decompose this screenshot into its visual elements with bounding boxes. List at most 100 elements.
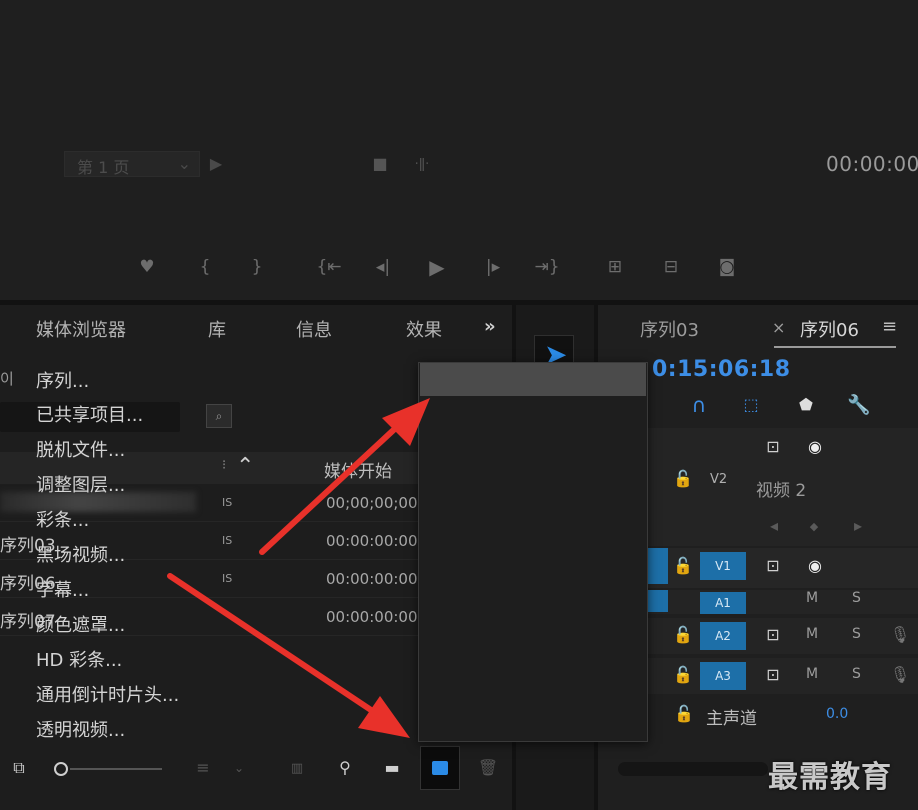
active-tab-underline <box>774 346 896 348</box>
lift-icon[interactable]: ⊞ <box>600 252 630 282</box>
item-timecode: 00:00:00:00 <box>326 608 418 626</box>
sync-lock-icon[interactable]: ⊡ <box>760 662 786 688</box>
tab-media-browser[interactable]: 媒体浏览器 <box>36 316 126 342</box>
marker-icon[interactable]: ♥ <box>132 252 162 282</box>
item-fps: IS <box>222 534 233 547</box>
item-fps: IS <box>222 496 233 509</box>
track-label-a3[interactable]: A3 <box>700 662 746 690</box>
menu-item-black-video[interactable]: 黑场视频... <box>36 541 125 567</box>
new-bin-from-search-icon[interactable]: ⌕ <box>206 404 232 428</box>
audio-waveform-icon[interactable]: ·ǁ· <box>410 154 434 174</box>
microphone-icon[interactable]: 🎙 <box>890 662 910 688</box>
page-select[interactable]: 第 1 页 ⌄ <box>64 151 200 177</box>
menu-item-caption[interactable]: 字幕... <box>36 576 89 602</box>
solo-button[interactable]: S <box>852 666 861 682</box>
extract-icon[interactable]: ⊟ <box>656 252 686 282</box>
mute-button[interactable]: M <box>806 626 818 642</box>
step-forward-icon[interactable]: |▸ <box>478 252 508 282</box>
tab-info[interactable]: 信息 <box>296 316 332 342</box>
column-media-start[interactable]: 媒体开始 <box>324 457 392 482</box>
sync-lock-icon[interactable]: ⊡ <box>760 622 786 648</box>
menu-item-shared-project[interactable]: 已共享项目... <box>36 401 143 427</box>
snap-icon[interactable]: ∩ <box>686 392 712 418</box>
menu-item-sequence[interactable]: 序列... <box>36 367 89 393</box>
freeform-view-icon[interactable]: ⧉ <box>4 754 34 782</box>
chevron-down-icon[interactable]: ⌄ <box>230 754 248 782</box>
source-patch-v1[interactable] <box>648 548 668 584</box>
menu-item-transparent-video[interactable]: 透明视频... <box>36 716 125 742</box>
wrench-icon[interactable]: 🔧 <box>846 392 872 418</box>
close-tab-icon[interactable]: × <box>772 318 785 337</box>
zoom-slider-handle[interactable] <box>54 762 68 776</box>
mute-button[interactable]: M <box>806 666 818 682</box>
monitor-timecode: 00:00:00 <box>826 152 918 176</box>
menu-item-color-matte[interactable]: 颜色遮罩... <box>36 611 125 637</box>
tab-sequence-06[interactable]: 序列06 <box>800 316 859 342</box>
panel-label: 이 <box>0 370 14 388</box>
new-item-icon <box>432 761 448 775</box>
new-bin-icon[interactable]: ▬ <box>378 754 406 782</box>
track-name-v2: 视频 2 <box>756 481 807 501</box>
menu-highlight <box>420 363 646 396</box>
microphone-icon[interactable]: 🎙 <box>890 622 910 648</box>
lock-icon[interactable]: 🔓 <box>672 622 694 648</box>
sync-lock-icon[interactable]: ⊡ <box>760 434 786 460</box>
track-label-v1[interactable]: V1 <box>700 552 746 580</box>
track-label-a2[interactable]: A2 <box>700 622 746 650</box>
lock-icon[interactable]: 🔓 <box>674 702 694 726</box>
lock-icon[interactable]: 🔓 <box>672 553 694 579</box>
sync-lock-icon[interactable]: ⊡ <box>760 553 786 579</box>
find-icon[interactable]: ⚲ <box>332 754 358 782</box>
eye-icon[interactable]: ◉ <box>802 553 828 579</box>
item-timecode: 00:00:00:00 <box>326 570 418 588</box>
stop-icon[interactable]: ■ <box>370 154 390 174</box>
next-keyframe-icon[interactable]: ▸ <box>848 516 868 536</box>
add-marker-icon[interactable]: ⬟ <box>794 392 818 418</box>
track-label-v2[interactable]: V2 <box>710 472 727 487</box>
tab-library[interactable]: 库 <box>208 316 226 342</box>
timeline-scrollbar[interactable] <box>618 762 768 776</box>
solo-button[interactable]: S <box>852 626 861 642</box>
zoom-slider-track[interactable] <box>70 768 162 770</box>
tabs-overflow-icon[interactable]: » <box>484 316 496 337</box>
go-to-in-icon[interactable]: {⇤ <box>314 252 344 282</box>
camera-icon[interactable]: ◙ <box>712 252 742 282</box>
new-item-menu <box>418 362 648 742</box>
chevron-down-icon: ⌄ <box>177 154 191 173</box>
watermark-logo: 最需教育 <box>768 760 892 795</box>
play-small-icon[interactable]: ▶ <box>206 154 226 174</box>
eye-icon[interactable]: ◉ <box>802 434 828 460</box>
tab-sequence-03[interactable]: 序列03 <box>640 316 699 342</box>
mute-button[interactable]: M <box>806 590 818 606</box>
menu-item-universal-countdown[interactable]: 通用倒计时片头... <box>36 681 179 707</box>
step-back-icon[interactable]: ◂| <box>368 252 398 282</box>
new-item-button[interactable] <box>420 746 460 790</box>
menu-item-hd-bars[interactable]: HD 彩条... <box>36 646 122 672</box>
panel-menu-icon[interactable]: ≡ <box>882 316 897 337</box>
tab-effects[interactable]: 效果 <box>406 316 442 342</box>
mark-in-icon[interactable]: { <box>190 252 220 282</box>
menu-item-adjustment-layer[interactable]: 调整图层... <box>36 471 125 497</box>
mark-out-icon[interactable]: } <box>242 252 272 282</box>
program-monitor: 第 1 页 ⌄ ▶ ■ ·ǁ· 00:00:00 ♥ { } {⇤ ◂| ▶ |… <box>0 0 918 300</box>
page-select-value: 第 1 页 <box>77 158 130 177</box>
menu-item-offline-file[interactable]: 脱机文件... <box>36 436 125 462</box>
master-volume-value[interactable]: 0.0 <box>826 706 848 722</box>
timeline-timecode[interactable]: 0:15:06:18 <box>652 357 791 382</box>
automate-to-sequence-icon[interactable]: ▥ <box>284 754 310 782</box>
lock-icon[interactable]: 🔓 <box>672 466 694 492</box>
add-keyframe-icon[interactable]: ◆ <box>804 516 824 536</box>
play-icon[interactable]: ▶ <box>422 252 452 282</box>
track-label-a1[interactable]: A1 <box>700 592 746 614</box>
solo-button[interactable]: S <box>852 590 861 606</box>
prev-keyframe-icon[interactable]: ◂ <box>764 516 784 536</box>
source-patch-a1[interactable] <box>648 590 668 612</box>
lock-icon[interactable]: 🔓 <box>672 662 694 688</box>
linked-selection-icon[interactable]: ⬚ <box>738 392 764 418</box>
sort-icons-icon[interactable]: ≡ <box>190 754 216 782</box>
go-to-out-icon[interactable]: ⇥} <box>532 252 562 282</box>
sort-up-icon[interactable]: ⌃ <box>236 454 254 479</box>
trash-icon[interactable]: 🗑 <box>476 754 500 782</box>
item-timecode: 00;00;00;00 <box>326 494 418 512</box>
menu-item-bars-and-tone[interactable]: 彩条... <box>36 506 89 532</box>
